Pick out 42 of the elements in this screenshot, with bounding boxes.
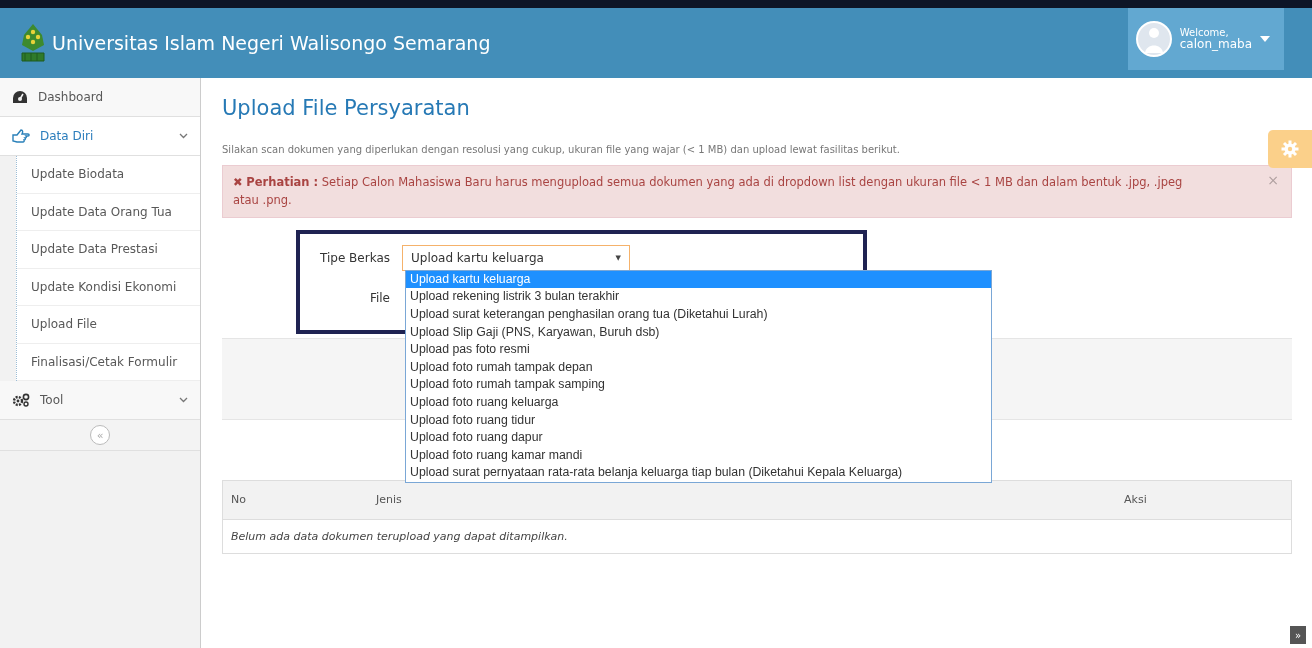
submenu-item[interactable]: Upload File: [17, 306, 200, 344]
avatar-icon: [1135, 21, 1172, 57]
empty-message: Belum ada data dokumen terupload yang dapat ditampilkan.: [230, 528, 569, 545]
field-label: Tipe Berkas: [319, 250, 391, 265]
scroll-top-button[interactable]: »: [1290, 626, 1306, 644]
field-label: File: [368, 290, 391, 305]
gears-icon: [12, 393, 30, 407]
dropdown-option[interactable]: Upload surat keterangan penghasilan orang tua (Diketahui Lurah): [406, 305, 991, 324]
dropdown-option[interactable]: Upload rekening listrik 3 bulan terakhir: [406, 288, 991, 306]
dropdown-option[interactable]: Upload surat pernyataan rata-rata belanja keluarga tiap bulan (Diketahui Kepala Keluarga): [406, 464, 991, 482]
dropdown-option[interactable]: Upload foto ruang tidur: [406, 411, 991, 430]
hand-icon: [12, 129, 30, 143]
user-name: calon_maba: [1179, 37, 1252, 52]
column-header: Aksi: [1123, 493, 1148, 507]
page-description: Silakan scan dokumen yang diperlukan dengan resolusi yang cukup, ukuran file yang wajar (< 1 MB) dan upload lewat fasilitas berikut.: [222, 144, 901, 155]
sidebar-item[interactable]: Data Diri: [0, 117, 200, 156]
settings-button[interactable]: [1268, 130, 1312, 168]
dropdown-option[interactable]: Upload foto ruang keluarga: [406, 393, 991, 412]
page-title: Upload File Persyaratan: [222, 96, 471, 120]
settings-icon: [1281, 140, 1299, 158]
submenu-item[interactable]: Update Kondisi Ekonomi: [17, 268, 200, 306]
logo-icon: [20, 23, 46, 63]
caret-icon: [1260, 36, 1270, 42]
dashboard-icon: [12, 90, 28, 104]
dropdown-option[interactable]: Upload Slip Gaji (PNS, Karyawan, Buruh dsb): [406, 323, 991, 342]
welcome-text: Welcome,: [1179, 26, 1229, 38]
column-header: No: [230, 493, 247, 507]
dropdown-option[interactable]: Upload foto ruang kamar mandi: [406, 446, 991, 465]
chevron-icon: [179, 397, 188, 403]
dropdown-option[interactable]: Upload foto ruang dapur: [406, 429, 991, 447]
sidebar-item[interactable]: Tool: [0, 381, 200, 420]
submenu-item[interactable]: Update Biodata: [17, 156, 200, 194]
submenu-item[interactable]: Update Data Prestasi: [17, 231, 200, 269]
dropdown-option[interactable]: Upload foto rumah tampak depan: [406, 358, 991, 377]
alert-message: ✖ Perhatian : Setiap Calon Mahasiswa Baru harus mengupload semua dokumen yang ada di dropdown list dengan ukuran file < 1 MB dan dalam bentuk .jpg, .jpeg atau .png.: [233, 174, 1184, 210]
chevron-icon: [179, 133, 188, 139]
dropdown-option[interactable]: Upload foto rumah tampak samping: [406, 376, 991, 394]
submenu-item[interactable]: Update Data Orang Tua: [17, 193, 200, 231]
sidebar-item[interactable]: Dashboard: [0, 78, 200, 117]
site-title: Universitas Islam Negeri Walisongo Semarang: [52, 32, 491, 54]
dropdown-option[interactable]: Upload pas foto resmi: [406, 341, 991, 359]
column-header: Jenis: [374, 493, 403, 507]
